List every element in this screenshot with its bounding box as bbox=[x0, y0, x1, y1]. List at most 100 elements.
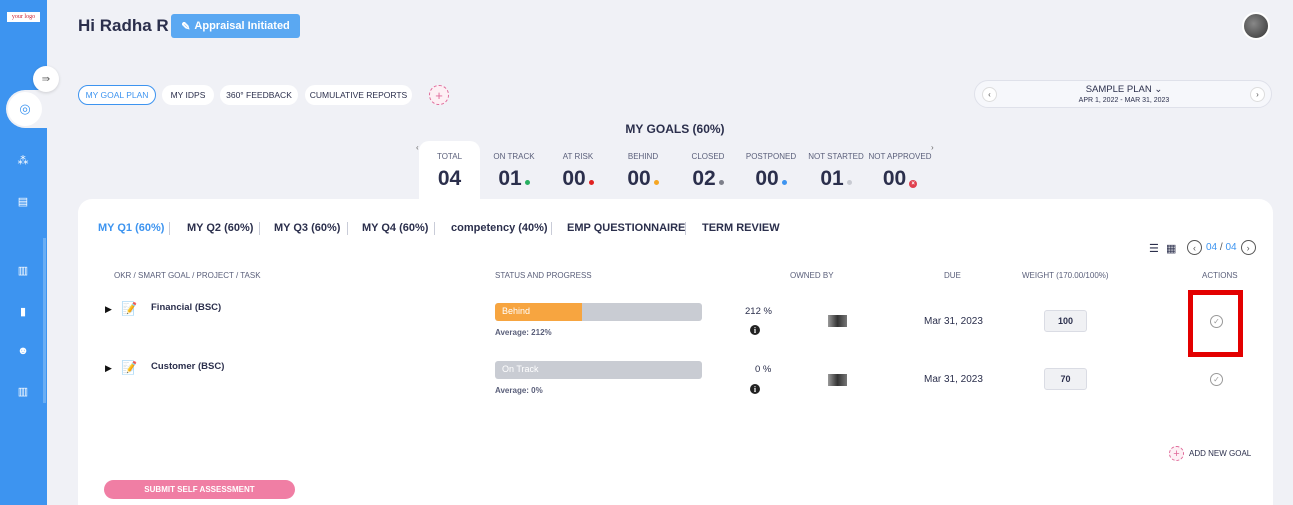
progress-bar: On Track bbox=[495, 361, 702, 379]
stat-closed[interactable]: CLOSED 02 bbox=[684, 152, 732, 191]
column-header-goal: OKR / SMART GOAL / PROJECT / TASK bbox=[114, 271, 261, 280]
tab-emp-questionnaire[interactable]: EMP QUESTIONNAIRE bbox=[567, 222, 685, 234]
check-circle-icon[interactable]: ✓ bbox=[1210, 373, 1223, 386]
average-text: Average: 212% bbox=[495, 328, 552, 337]
stat-value: 00 bbox=[882, 167, 907, 190]
stat-on-track[interactable]: ON TRACK 01 bbox=[488, 152, 540, 191]
tab-separator bbox=[347, 222, 348, 235]
tab-separator bbox=[434, 222, 435, 235]
tab-q3[interactable]: MY Q3 (60%) bbox=[274, 222, 340, 234]
hierarchy-icon[interactable]: ⁂ bbox=[15, 152, 31, 168]
tab-competency[interactable]: competency (40%) bbox=[451, 222, 548, 234]
stat-value: 00 bbox=[562, 167, 586, 190]
status-dot bbox=[718, 180, 724, 185]
tab-term-review[interactable]: TERM REVIEW bbox=[702, 222, 780, 234]
stat-label: TOTAL bbox=[436, 152, 463, 161]
goal-name[interactable]: Financial (BSC) bbox=[151, 302, 221, 313]
plus-icon: + bbox=[1169, 446, 1184, 461]
expand-arrow-icon[interactable]: ▶ bbox=[105, 304, 112, 315]
pager: ‹ 04 / 04 › bbox=[1187, 240, 1256, 255]
add-new-goal-button[interactable]: + ADD NEW GOAL bbox=[1169, 446, 1251, 461]
weight-input[interactable]: 100 bbox=[1044, 310, 1087, 332]
collapse-icon[interactable]: ⇛ bbox=[33, 66, 59, 92]
status-label: Behind bbox=[502, 306, 531, 316]
tab-q2[interactable]: MY Q2 (60%) bbox=[187, 222, 253, 234]
stat-label: NOT APPROVED bbox=[868, 152, 932, 161]
info-icon[interactable]: i bbox=[750, 384, 760, 394]
percent-value: 0 % bbox=[755, 364, 772, 375]
pager-total: 04 bbox=[1225, 242, 1237, 253]
column-header-status: STATUS AND PROGRESS bbox=[495, 271, 592, 280]
clipboard-edit-icon: 📝 bbox=[121, 301, 138, 316]
company-logo: your logo bbox=[7, 12, 40, 22]
expand-arrow-icon[interactable]: ▶ bbox=[105, 363, 112, 374]
info-icon[interactable]: i bbox=[750, 325, 760, 335]
appraisal-status-button[interactable]: ✎ Appraisal Initiated bbox=[171, 14, 300, 38]
percent-value: 212 % bbox=[745, 306, 772, 317]
stat-total[interactable]: TOTAL 04 bbox=[419, 152, 480, 191]
chevron-left-icon[interactable]: ‹ bbox=[1187, 240, 1202, 255]
stat-behind[interactable]: BEHIND 00 bbox=[619, 152, 667, 191]
owner-avatar[interactable] bbox=[828, 315, 847, 327]
stat-value: 04 bbox=[437, 167, 462, 190]
due-date: Mar 31, 2023 bbox=[924, 374, 983, 385]
team-icon[interactable]: ☻ bbox=[15, 343, 31, 359]
tab-360-feedback[interactable]: 360° FEEDBACK bbox=[220, 85, 298, 105]
stat-postponed[interactable]: POSTPONED 00 bbox=[745, 152, 797, 191]
chevron-right-icon[interactable]: › bbox=[931, 143, 934, 152]
owner-avatar[interactable] bbox=[828, 374, 847, 386]
chevron-right-icon[interactable]: › bbox=[1240, 240, 1256, 255]
report-icon[interactable]: ▥ bbox=[15, 383, 31, 399]
target-icon[interactable]: ◎ bbox=[8, 92, 42, 126]
stat-not-started[interactable]: NOT STARTED 01 bbox=[807, 152, 865, 191]
tab-q1[interactable]: MY Q1 (60%) bbox=[98, 222, 164, 234]
status-dot bbox=[588, 180, 594, 185]
sidebar-scrollbar[interactable] bbox=[43, 238, 46, 403]
due-date: Mar 31, 2023 bbox=[924, 316, 983, 327]
view-toggle: ☰ ▦ bbox=[1149, 242, 1176, 255]
add-goal-label: ADD NEW GOAL bbox=[1189, 449, 1252, 458]
weight-input[interactable]: 70 bbox=[1044, 368, 1087, 390]
submit-self-assessment-button[interactable]: SUBMIT SELF ASSESSMENT bbox=[104, 480, 295, 499]
status-dot bbox=[781, 180, 787, 185]
plan-title[interactable]: SAMPLE PLAN bbox=[1086, 84, 1152, 95]
stat-value: 01 bbox=[498, 167, 522, 190]
stat-label: CLOSED bbox=[691, 152, 725, 161]
goals-card bbox=[78, 199, 1273, 505]
tab-my-goal-plan[interactable]: MY GOAL PLAN bbox=[78, 85, 156, 105]
stat-label: ON TRACK bbox=[493, 152, 535, 161]
chart-icon[interactable]: ▥ bbox=[15, 262, 31, 278]
status-dot bbox=[846, 180, 852, 185]
tab-separator bbox=[259, 222, 260, 235]
plan-selector[interactable]: ‹ SAMPLE PLAN ⌄ APR 1, 2022 - MAR 31, 20… bbox=[974, 80, 1272, 108]
list-view-icon[interactable]: ☰ bbox=[1149, 243, 1159, 255]
tab-separator bbox=[169, 222, 170, 235]
stat-not-approved[interactable]: NOT APPROVED 00 × bbox=[868, 152, 932, 191]
column-header-due: DUE bbox=[944, 271, 961, 280]
tab-q4[interactable]: MY Q4 (60%) bbox=[362, 222, 428, 234]
status-label: On Track bbox=[502, 364, 539, 374]
chevron-right-icon[interactable]: › bbox=[1250, 87, 1265, 102]
average-text: Average: 0% bbox=[495, 386, 543, 395]
book-icon[interactable]: ▮ bbox=[15, 303, 31, 319]
pager-current: 04 bbox=[1206, 242, 1218, 253]
goal-name[interactable]: Customer (BSC) bbox=[151, 361, 224, 372]
column-header-actions: ACTIONS bbox=[1202, 271, 1238, 280]
status-dot bbox=[653, 180, 659, 185]
stat-label: NOT STARTED bbox=[808, 152, 864, 161]
grid-view-icon[interactable]: ▦ bbox=[1166, 243, 1176, 255]
document-icon[interactable]: ▤ bbox=[15, 193, 31, 209]
tab-separator bbox=[685, 222, 686, 235]
progress-bar: Behind bbox=[495, 303, 702, 321]
avatar[interactable] bbox=[1242, 12, 1270, 40]
stat-at-risk[interactable]: AT RISK 00 bbox=[554, 152, 602, 191]
tab-my-idps[interactable]: MY IDPS bbox=[162, 85, 214, 105]
plan-date-range: APR 1, 2022 - MAR 31, 2023 bbox=[1078, 97, 1170, 104]
status-dot bbox=[524, 180, 530, 185]
stat-label: AT RISK bbox=[562, 152, 594, 161]
add-tab-icon[interactable]: + bbox=[429, 85, 449, 105]
stat-value: 02 bbox=[692, 167, 716, 190]
chevron-down-icon[interactable]: ⌄ bbox=[1154, 84, 1162, 95]
tab-cumulative-reports[interactable]: CUMULATIVE REPORTS bbox=[305, 85, 412, 105]
stat-label: POSTPONED bbox=[745, 152, 797, 161]
